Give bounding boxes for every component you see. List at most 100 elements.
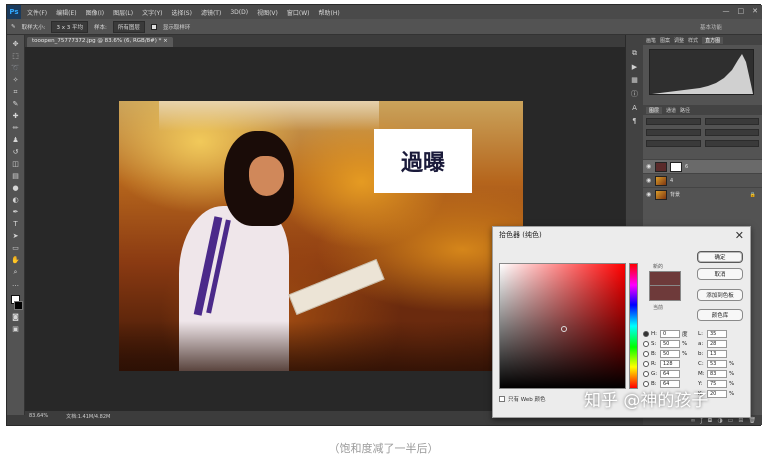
show-ring-checkbox[interactable] xyxy=(150,23,157,30)
zoom-level[interactable]: 83.64% xyxy=(29,413,48,419)
more-tools-icon[interactable]: … xyxy=(10,279,22,289)
menu-layer[interactable]: 图层(L) xyxy=(113,8,133,17)
character-icon[interactable]: A xyxy=(632,104,637,112)
pen-tool-icon[interactable]: ✒ xyxy=(10,207,22,217)
tab-brush[interactable]: 画笔 xyxy=(646,37,656,44)
screen-mode-icon[interactable]: ▣ xyxy=(10,324,22,334)
fill-field[interactable] xyxy=(704,140,759,147)
radio-s[interactable] xyxy=(643,341,649,347)
field-c[interactable]: 53 xyxy=(707,360,727,368)
opacity-field[interactable] xyxy=(704,129,759,136)
layer-row[interactable]: ◉ 背景 🔒 xyxy=(643,187,762,201)
tab-adjustments[interactable]: 调整 xyxy=(674,37,684,44)
hue-slider[interactable] xyxy=(629,263,638,389)
maximize-icon[interactable]: □ xyxy=(738,7,745,15)
eye-icon[interactable]: ◉ xyxy=(646,191,652,198)
radio-h[interactable] xyxy=(643,331,649,337)
dodge-tool-icon[interactable]: ◐ xyxy=(10,195,22,205)
layer-row[interactable]: ◉ 6 xyxy=(643,159,762,173)
field-a[interactable]: 28 xyxy=(707,340,727,348)
menu-help[interactable]: 帮助(H) xyxy=(319,8,340,17)
radio-r[interactable] xyxy=(643,361,649,367)
field-l[interactable]: 35 xyxy=(707,330,727,338)
eyedropper-tool-icon[interactable]: ✎ xyxy=(10,99,22,109)
gradient-tool-icon[interactable]: ▤ xyxy=(10,171,22,181)
move-tool-icon[interactable]: ✥ xyxy=(10,39,22,49)
blend-mode-select[interactable] xyxy=(646,129,701,136)
tab-paths[interactable]: 路径 xyxy=(680,107,690,114)
saturation-brightness-field[interactable] xyxy=(499,263,626,389)
history-icon[interactable]: ⧉ xyxy=(632,49,637,58)
document-tab[interactable]: tooopen_75777372.jpg @ 83.6% (6, RGB/8#)… xyxy=(27,37,173,47)
radio-g[interactable] xyxy=(643,371,649,377)
tab-pattern[interactable]: 图案 xyxy=(660,37,670,44)
minimize-icon[interactable]: — xyxy=(723,7,730,15)
menu-3d[interactable]: 3D(D) xyxy=(230,9,248,16)
healing-tool-icon[interactable]: ✚ xyxy=(10,111,22,121)
type-tool-icon[interactable]: T xyxy=(10,219,22,229)
zoom-tool-icon[interactable]: ⌕ xyxy=(10,267,22,277)
sample-select[interactable]: 所有图层 xyxy=(112,20,145,33)
tab-histogram[interactable]: 直方图 xyxy=(702,36,724,44)
field-b[interactable]: 50 xyxy=(660,350,680,358)
field-g[interactable]: 64 xyxy=(660,370,680,378)
lasso-tool-icon[interactable]: ➰ xyxy=(10,63,22,73)
lock-options[interactable] xyxy=(646,140,701,147)
close-icon[interactable]: ✕ xyxy=(735,229,744,242)
field-y[interactable]: 75 xyxy=(707,380,727,388)
field-m[interactable]: 83 xyxy=(707,370,727,378)
field-k[interactable]: 20 xyxy=(707,390,727,398)
document-tab-bar: tooopen_75777372.jpg @ 83.6% (6, RGB/8#)… xyxy=(25,35,625,47)
quick-mask-icon[interactable]: ◙ xyxy=(10,312,22,322)
background-color-swatch[interactable] xyxy=(14,301,23,310)
ok-button[interactable]: 确定 xyxy=(697,251,743,263)
eyedropper-icon[interactable]: ✎ xyxy=(11,24,16,30)
menu-view[interactable]: 视图(V) xyxy=(257,8,278,17)
menu-image[interactable]: 图像(I) xyxy=(86,8,104,17)
stamp-tool-icon[interactable]: ♟ xyxy=(10,135,22,145)
menu-select[interactable]: 选择(S) xyxy=(171,8,192,17)
close-icon[interactable]: ✕ xyxy=(752,7,758,15)
tab-channels[interactable]: 通道 xyxy=(666,107,676,114)
workspace-select[interactable]: 基本功能 xyxy=(700,23,722,31)
layer-row[interactable]: ◉ 4 xyxy=(643,173,762,187)
eye-icon[interactable]: ◉ xyxy=(646,163,652,170)
menu-filter[interactable]: 滤镜(T) xyxy=(201,8,221,17)
color-libraries-button[interactable]: 颜色库 xyxy=(697,309,743,321)
swatches-icon[interactable]: ▦ xyxy=(631,76,638,84)
path-select-icon[interactable]: ➤ xyxy=(10,231,22,241)
eraser-tool-icon[interactable]: ◫ xyxy=(10,159,22,169)
paragraph-icon[interactable]: ¶ xyxy=(632,117,636,125)
current-color-swatch[interactable] xyxy=(649,286,681,301)
menu-file[interactable]: 文件(F) xyxy=(27,8,47,17)
add-to-swatches-button[interactable]: 添加到色板 xyxy=(697,289,743,301)
shape-tool-icon[interactable]: ▭ xyxy=(10,243,22,253)
web-colors-only-option[interactable]: 只有 Web 颜色 xyxy=(499,395,546,403)
field-h[interactable]: 0 xyxy=(660,330,680,338)
tab-styles[interactable]: 样式 xyxy=(688,37,698,44)
field-r[interactable]: 128 xyxy=(660,360,680,368)
web-colors-only-checkbox[interactable] xyxy=(499,396,505,402)
field-lab-b[interactable]: 13 xyxy=(707,350,727,358)
layer-filter-icons[interactable] xyxy=(704,118,759,125)
marquee-tool-icon[interactable]: ⬚ xyxy=(10,51,22,61)
color-cursor[interactable] xyxy=(561,326,567,332)
history-brush-icon[interactable]: ↺ xyxy=(10,147,22,157)
quick-select-tool-icon[interactable]: ✧ xyxy=(10,75,22,85)
crop-tool-icon[interactable]: ⌗ xyxy=(10,87,22,97)
radio-b[interactable] xyxy=(643,351,649,357)
info-icon[interactable]: ⓘ xyxy=(631,89,638,99)
brush-tool-icon[interactable]: ✏ xyxy=(10,123,22,133)
sample-size-select[interactable]: 3 x 3 平均 xyxy=(51,20,88,33)
menu-window[interactable]: 窗口(W) xyxy=(287,8,310,17)
field-s[interactable]: 50 xyxy=(660,340,680,348)
eye-icon[interactable]: ◉ xyxy=(646,177,652,184)
layer-filter-select[interactable] xyxy=(646,118,701,125)
cancel-button[interactable]: 取消 xyxy=(697,268,743,280)
menu-edit[interactable]: 编辑(E) xyxy=(56,8,76,17)
hand-tool-icon[interactable]: ✋ xyxy=(10,255,22,265)
menu-type[interactable]: 文字(Y) xyxy=(142,8,162,17)
blur-tool-icon[interactable]: ● xyxy=(10,183,22,193)
tab-layers[interactable]: 图层 xyxy=(646,106,663,114)
play-icon[interactable]: ▶ xyxy=(632,63,637,71)
